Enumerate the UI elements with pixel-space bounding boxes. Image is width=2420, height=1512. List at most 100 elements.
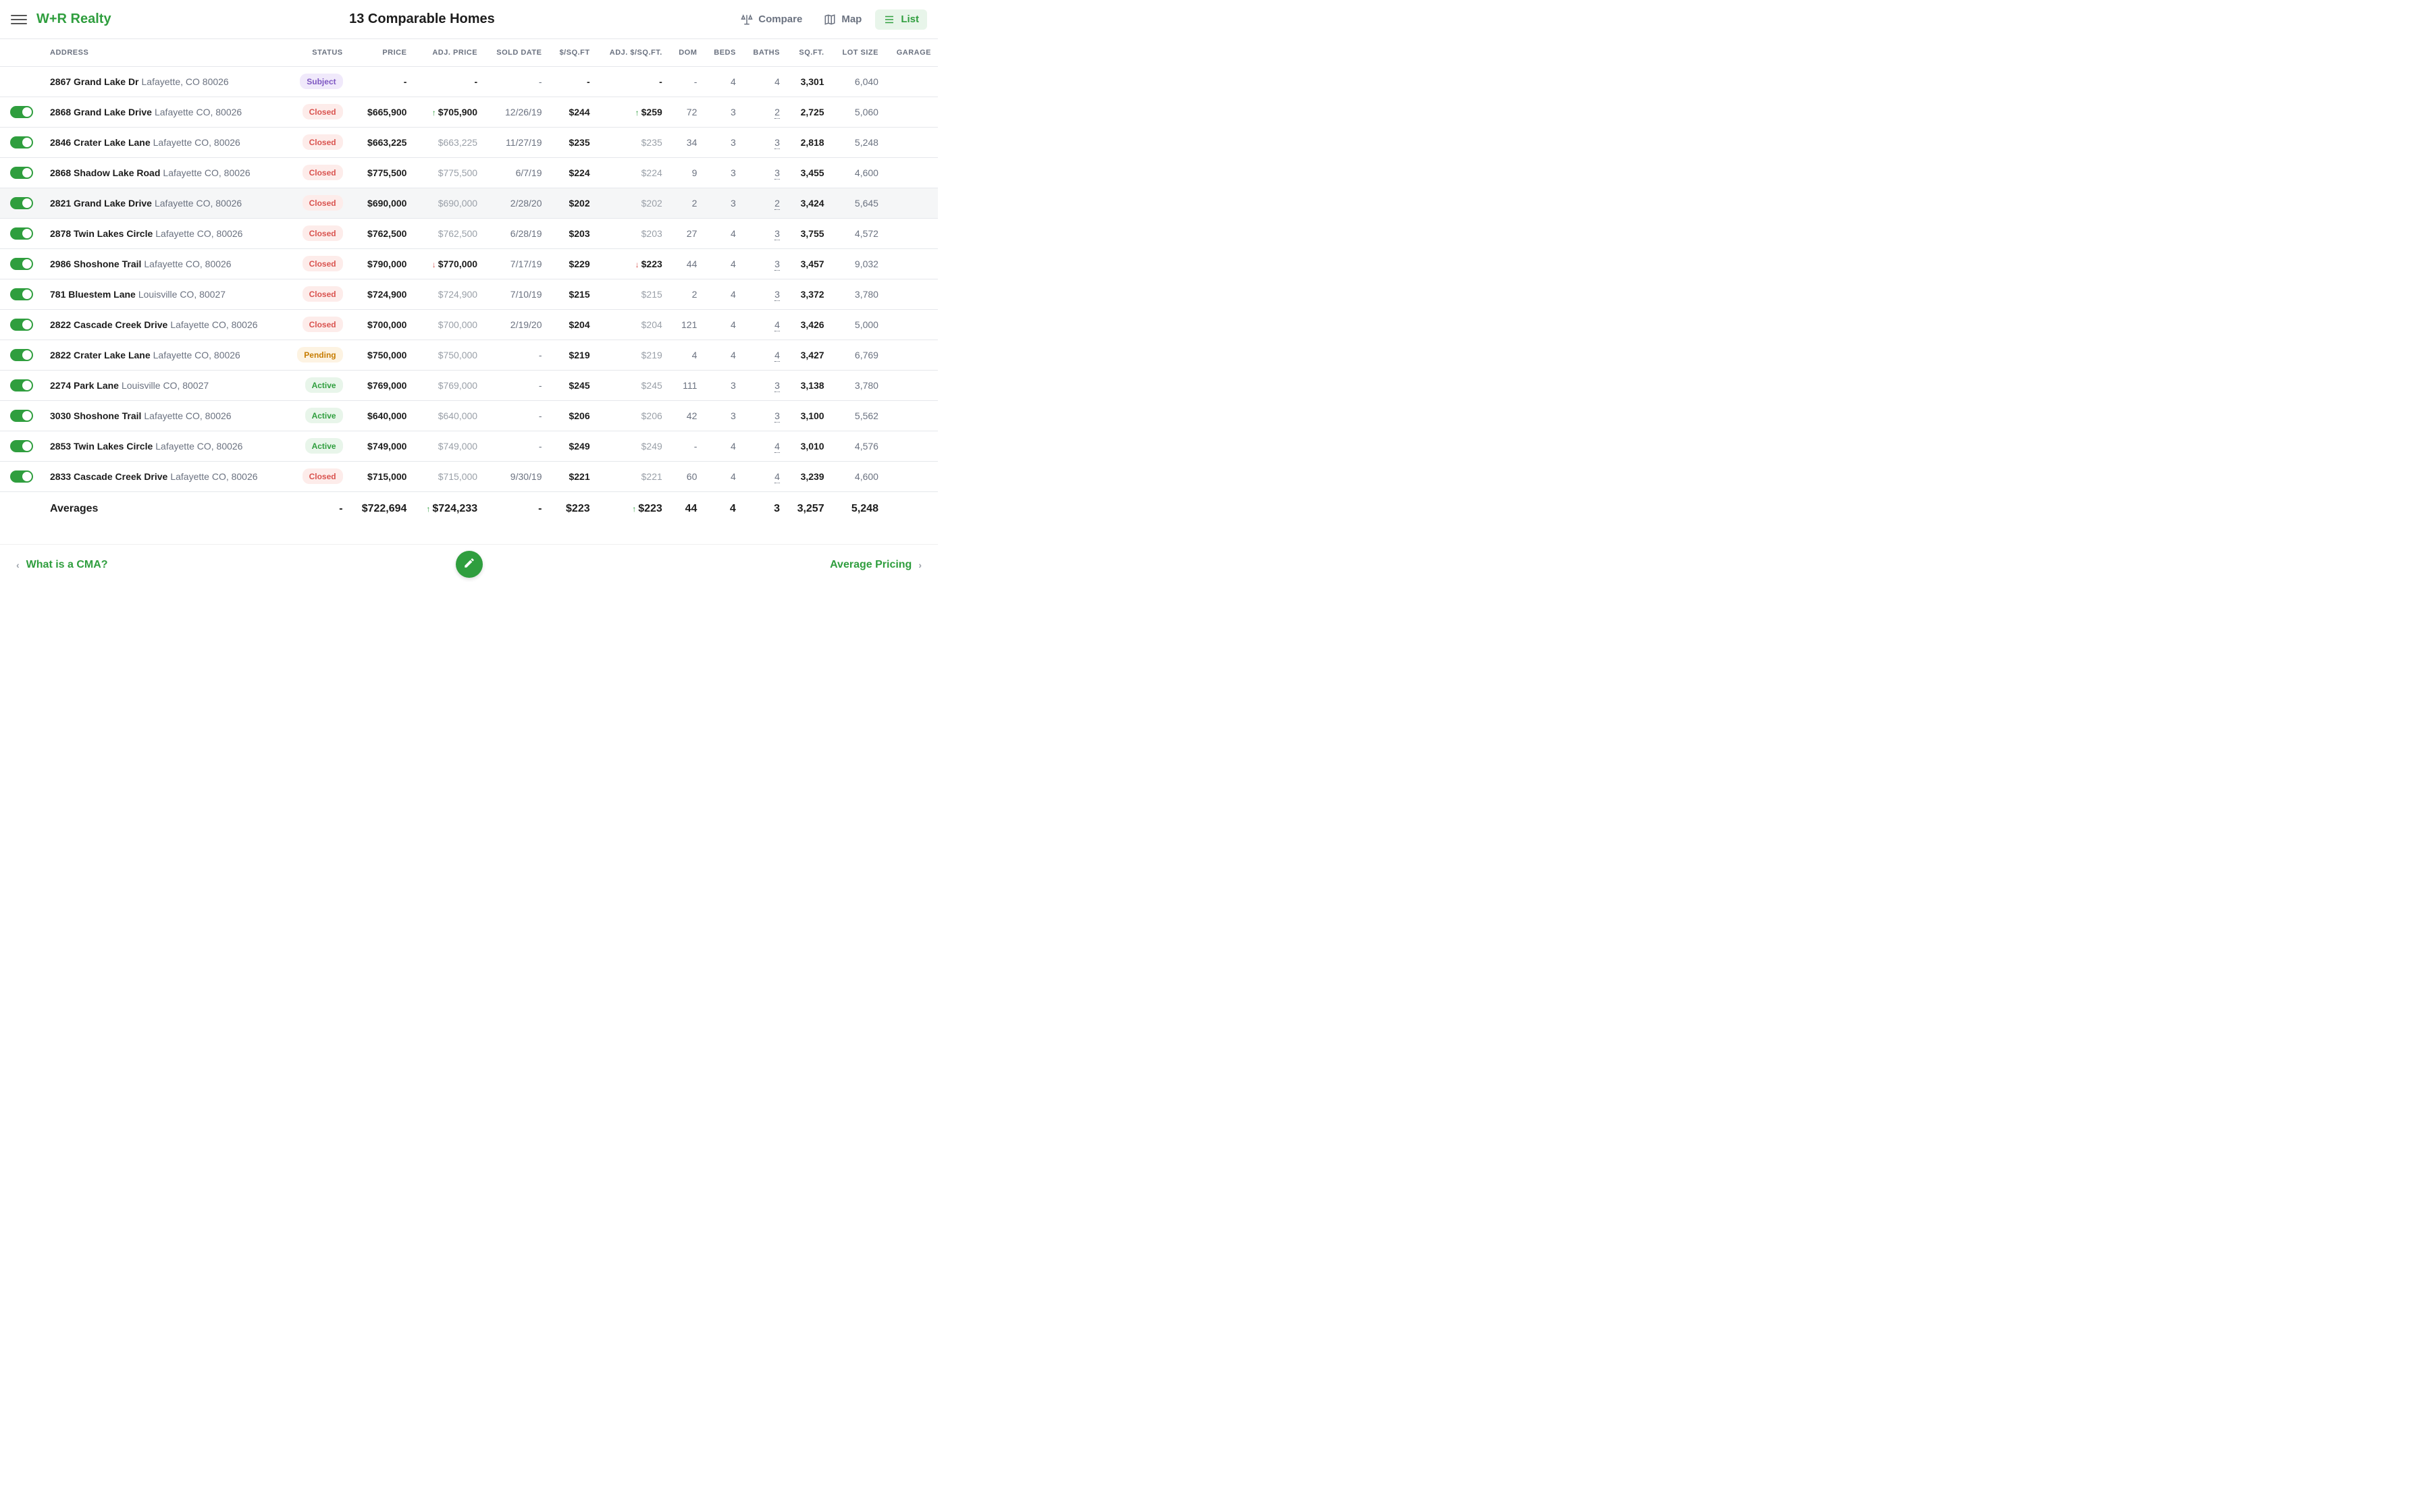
table-row[interactable]: 2822 Crater Lake LaneLafayette CO, 80026… (0, 340, 938, 370)
baths: 3 (743, 248, 787, 279)
avg-baths: 3 (743, 491, 787, 526)
chevron-right-icon: › (918, 560, 922, 570)
col-lot[interactable]: LOT SIZE (831, 39, 885, 66)
map-button[interactable]: Map (816, 9, 870, 30)
psf: $203 (549, 218, 597, 248)
chevron-left-icon: ‹ (16, 560, 20, 570)
prev-link[interactable]: ‹ What is a CMA? (16, 559, 108, 571)
logo[interactable]: W+R Realty (36, 11, 111, 27)
lot: 4,576 (831, 431, 885, 461)
table-row[interactable]: 2846 Crater Lake LaneLafayette CO, 80026… (0, 127, 938, 157)
lot: 5,000 (831, 309, 885, 340)
table-row[interactable]: 781 Bluestem LaneLouisville CO, 80027 Cl… (0, 279, 938, 309)
include-toggle[interactable] (10, 106, 33, 118)
beds: 3 (704, 127, 742, 157)
col-beds[interactable]: BEDS (704, 39, 742, 66)
dom: 44 (669, 248, 704, 279)
table-row[interactable]: 2986 Shoshone TrailLafayette CO, 80026 C… (0, 248, 938, 279)
beds: 4 (704, 340, 742, 370)
sold-date: - (484, 431, 548, 461)
baths: 2 (743, 97, 787, 127)
table-row[interactable]: 2867 Grand Lake DrLafayette, CO 80026 Su… (0, 66, 938, 97)
price: $750,000 (350, 340, 414, 370)
baths: 4 (743, 309, 787, 340)
adj-psf: $249 (597, 431, 669, 461)
table-row[interactable]: 2833 Cascade Creek DriveLafayette CO, 80… (0, 461, 938, 491)
psf: $215 (549, 279, 597, 309)
table-row[interactable]: 2853 Twin Lakes CircleLafayette CO, 8002… (0, 431, 938, 461)
adj-price: ↓$770,000 (413, 248, 484, 279)
col-sqft[interactable]: SQ.FT. (787, 39, 831, 66)
baths: 3 (743, 370, 787, 400)
adj-psf: ↑$259 (597, 97, 669, 127)
col-garage[interactable]: GARAGE (885, 39, 938, 66)
sold-date: 7/17/19 (484, 248, 548, 279)
street: 2986 Shoshone Trail (50, 259, 141, 269)
psf: $219 (549, 340, 597, 370)
city: Louisville CO, 80027 (122, 380, 209, 391)
col-psf[interactable]: $/SQ.FT (549, 39, 597, 66)
dom: 111 (669, 370, 704, 400)
city: Lafayette CO, 80026 (170, 471, 257, 482)
col-price[interactable]: PRICE (350, 39, 414, 66)
price: $663,225 (350, 127, 414, 157)
include-toggle[interactable] (10, 379, 33, 392)
col-address[interactable]: ADDRESS (43, 39, 285, 66)
lot: 5,060 (831, 97, 885, 127)
sqft: 3,755 (787, 218, 831, 248)
table-row[interactable]: 2878 Twin Lakes CircleLafayette CO, 8002… (0, 218, 938, 248)
menu-icon[interactable] (11, 11, 27, 28)
include-toggle[interactable] (10, 167, 33, 179)
price: $775,500 (350, 157, 414, 188)
beds: 3 (704, 400, 742, 431)
include-toggle[interactable] (10, 349, 33, 361)
lot: 6,769 (831, 340, 885, 370)
table-row[interactable]: 3030 Shoshone TrailLafayette CO, 80026 A… (0, 400, 938, 431)
sqft: 2,818 (787, 127, 831, 157)
table-row[interactable]: 2822 Cascade Creek DriveLafayette CO, 80… (0, 309, 938, 340)
next-link[interactable]: Average Pricing › (830, 559, 922, 571)
page-title: 13 Comparable Homes (111, 11, 733, 27)
baths: 3 (743, 218, 787, 248)
avg-price: $722,694 (350, 491, 414, 526)
include-toggle[interactable] (10, 136, 33, 148)
lot: 5,562 (831, 400, 885, 431)
lot: 3,780 (831, 370, 885, 400)
sqft: 3,426 (787, 309, 831, 340)
averages-label: Averages (43, 491, 285, 526)
sqft: 3,301 (787, 66, 831, 97)
price: $715,000 (350, 461, 414, 491)
street: 2274 Park Lane (50, 380, 119, 391)
include-toggle[interactable] (10, 258, 33, 270)
street: 3030 Shoshone Trail (50, 410, 141, 421)
include-toggle[interactable] (10, 197, 33, 209)
dom: 34 (669, 127, 704, 157)
col-dom[interactable]: DOM (669, 39, 704, 66)
col-adj-psf[interactable]: ADJ. $/SQ.FT. (597, 39, 669, 66)
table-row[interactable]: 2868 Shadow Lake RoadLafayette CO, 80026… (0, 157, 938, 188)
table-row[interactable]: 2274 Park LaneLouisville CO, 80027 Activ… (0, 370, 938, 400)
price: $690,000 (350, 188, 414, 218)
map-icon (824, 14, 836, 26)
include-toggle[interactable] (10, 470, 33, 483)
col-adj-price[interactable]: ADJ. PRICE (413, 39, 484, 66)
edit-fab[interactable] (456, 551, 483, 578)
sold-date: 6/28/19 (484, 218, 548, 248)
baths: 3 (743, 157, 787, 188)
include-toggle[interactable] (10, 440, 33, 452)
include-toggle[interactable] (10, 319, 33, 331)
table-row[interactable]: 2821 Grand Lake DriveLafayette CO, 80026… (0, 188, 938, 218)
scales-icon (741, 14, 753, 26)
include-toggle[interactable] (10, 410, 33, 422)
col-baths[interactable]: BATHS (743, 39, 787, 66)
list-button[interactable]: List (875, 9, 927, 30)
adj-psf: $219 (597, 340, 669, 370)
col-status[interactable]: STATUS (285, 39, 349, 66)
include-toggle[interactable] (10, 288, 33, 300)
col-sold-date[interactable]: SOLD DATE (484, 39, 548, 66)
compare-button[interactable]: Compare (733, 9, 810, 30)
include-toggle[interactable] (10, 227, 33, 240)
city: Lafayette CO, 80026 (144, 259, 231, 269)
table-row[interactable]: 2868 Grand Lake DriveLafayette CO, 80026… (0, 97, 938, 127)
street: 2867 Grand Lake Dr (50, 76, 139, 87)
